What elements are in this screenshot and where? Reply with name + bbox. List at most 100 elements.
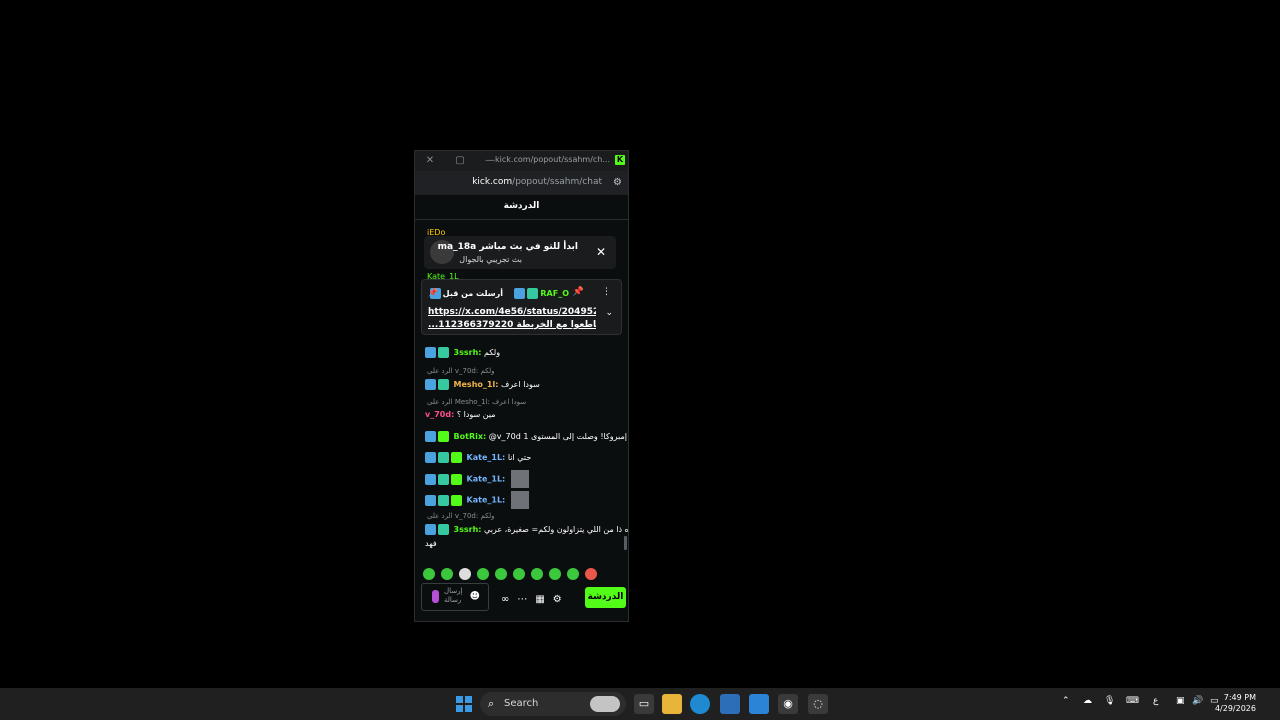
- chevron-down-icon[interactable]: ⌄: [605, 308, 613, 318]
- reply-context: الرد على v_70d: ولكم: [427, 512, 495, 520]
- badge-icon: [438, 494, 449, 506]
- title-url: kick.com/popout/ssahm/ch...: [495, 155, 610, 164]
- chrome-icon[interactable]: ◉: [778, 694, 798, 714]
- badge-icon: [451, 494, 462, 506]
- keyboard-icon[interactable]: ⌨: [1126, 696, 1139, 706]
- store-icon[interactable]: [720, 694, 740, 714]
- search-label: Search: [504, 698, 539, 709]
- search-highlight-image: [590, 696, 620, 712]
- chat-message[interactable]: Kate_1L:: [425, 491, 529, 509]
- address-bar[interactable]: kick.com/popout/ssahm/chat ⚙: [415, 171, 628, 195]
- taskbar-search[interactable]: ⌕ Search: [480, 692, 626, 716]
- pinned-header-prefix: أرسلت من قبل: [429, 288, 503, 299]
- message-username[interactable]: Kate_1L:: [467, 453, 506, 462]
- chat-popout-window: ✕ ▢ — kick.com/popout/ssahm/ch... K kick…: [414, 150, 629, 622]
- emote-icon[interactable]: [513, 567, 525, 580]
- emote-icon[interactable]: [459, 567, 471, 580]
- emote-icon[interactable]: [531, 567, 543, 580]
- close-window-button[interactable]: ✕: [421, 153, 439, 169]
- message-username[interactable]: v_70d:: [425, 410, 454, 419]
- badge-icon: [425, 452, 436, 463]
- chat-message[interactable]: Kate_1L: حتي انا: [425, 452, 531, 463]
- pinned-link[interactable]: https://x.com/4e56/status/2049525 ...قاط…: [428, 306, 596, 332]
- clock-time: 7:49 PM: [1223, 693, 1256, 702]
- message-username[interactable]: Kate_1L:: [467, 475, 506, 484]
- badge-icon: [425, 524, 436, 535]
- gear-icon[interactable]: ⚙: [553, 594, 562, 605]
- task-view-icon[interactable]: ▭: [634, 694, 654, 714]
- badge-icon: [514, 288, 526, 299]
- infinity-icon[interactable]: ∞: [501, 594, 509, 605]
- onedrive-icon[interactable]: ☁: [1083, 696, 1092, 706]
- pin-icon[interactable]: 📌: [573, 287, 584, 297]
- badge-icon: [451, 452, 462, 463]
- chat-toolbar: ∞ ⋯ ▦ ⚙: [501, 589, 581, 605]
- message-text: @v_70d إمبروكا! وصلت إلى المستوى 1: [488, 432, 627, 441]
- clock-date: 4/29/2026: [1214, 704, 1256, 713]
- pinned-message[interactable]: ⋮ 📌 RAF_O أرسلت من قبل 📌 https://x.com/4…: [421, 279, 622, 335]
- badge-icon: [425, 379, 436, 390]
- mail-icon[interactable]: [749, 694, 769, 714]
- chat-message[interactable]: v_70d: مين سودا ؟: [425, 410, 496, 419]
- chevron-up-icon[interactable]: ⌃: [1062, 696, 1070, 706]
- chat-message[interactable]: 3ssrh: ولكم: [425, 347, 500, 358]
- message-username[interactable]: Mesho_1l:: [454, 380, 499, 389]
- message-text: سودا اعرف: [500, 380, 540, 389]
- app-icon[interactable]: ◌: [808, 694, 828, 714]
- microphone-icon[interactable]: [432, 590, 439, 603]
- language-indicator[interactable]: ع: [1153, 696, 1158, 706]
- send-button[interactable]: الدردشة: [585, 587, 626, 608]
- emote-bar: [423, 563, 623, 580]
- badge-icon: [425, 473, 436, 485]
- live-notification-banner[interactable]: ma_18a ابدأ للتو في بث مباشر بث تجريبي ب…: [424, 236, 616, 269]
- title-bar: ✕ ▢ — kick.com/popout/ssahm/ch... K: [415, 151, 628, 171]
- pinned-header: RAF_O: [514, 288, 569, 299]
- message-username[interactable]: 3ssrh:: [454, 348, 482, 357]
- message-placeholder: إرسال رسالة: [444, 587, 463, 604]
- store-icon[interactable]: ▦: [535, 594, 544, 605]
- address-url: kick.com/popout/ssahm/chat: [472, 177, 602, 187]
- emote-icon[interactable]: [567, 567, 579, 580]
- message-username[interactable]: 3ssrh:: [454, 525, 482, 534]
- scrollbar[interactable]: [624, 536, 627, 550]
- message-username[interactable]: BotRix:: [454, 432, 487, 441]
- microphone-icon[interactable]: 🎙: [1104, 696, 1115, 706]
- emote-icon[interactable]: [495, 567, 507, 580]
- more-options-icon[interactable]: ⋮: [602, 287, 611, 297]
- badge-icon: [451, 473, 462, 485]
- emote-icon[interactable]: [477, 567, 489, 580]
- image-thumbnail[interactable]: [510, 491, 529, 509]
- reply-context: الرد على Mesho_1l: سودا اعرف: [427, 398, 527, 406]
- pushpin-icon: 📌: [428, 288, 438, 297]
- emote-icon[interactable]: [423, 567, 435, 580]
- close-icon[interactable]: ✕: [596, 245, 606, 259]
- reply-context: الرد على v_70d: ولكم: [427, 367, 495, 375]
- site-settings-icon[interactable]: ⚙: [613, 177, 622, 188]
- chat-message[interactable]: Mesho_1l: سودا اعرف: [425, 379, 540, 390]
- badge-icon: [425, 494, 436, 506]
- image-thumbnail[interactable]: [510, 470, 529, 488]
- volume-icon[interactable]: 🔊: [1192, 696, 1203, 706]
- emoji-picker-icon[interactable]: ☻: [470, 591, 480, 602]
- maximize-window-button[interactable]: ▢: [451, 153, 469, 169]
- chat-message[interactable]: BotRix: @v_70d إمبروكا! وصلت إلى المستوى…: [425, 431, 627, 442]
- chat-message[interactable]: 3ssrh: اوه ذا من اللي يتزاولون ولكم= صغي…: [425, 524, 629, 535]
- message-text: اوه ذا من اللي يتزاولون ولكم= صغيرة، عرب…: [484, 525, 629, 534]
- badge-icon: [527, 288, 539, 299]
- emote-icon[interactable]: [441, 567, 453, 580]
- file-explorer-icon[interactable]: [662, 694, 682, 714]
- network-icon[interactable]: ▣: [1176, 696, 1185, 706]
- share-icon[interactable]: ⋯: [517, 594, 527, 605]
- message-text: مين سودا ؟: [456, 410, 496, 419]
- message-input[interactable]: إرسال رسالة ☻: [421, 583, 489, 611]
- emote-icon[interactable]: [549, 567, 561, 580]
- windows-start-icon[interactable]: [456, 696, 472, 712]
- message-username[interactable]: Kate_1L:: [467, 496, 506, 505]
- badge-icon: [425, 431, 436, 442]
- badge-icon: [438, 379, 449, 390]
- chat-message[interactable]: Kate_1L:: [425, 470, 529, 488]
- edge-icon[interactable]: [690, 694, 710, 714]
- taskbar: ⌕ Search ▭ ◉ ◌ ⌃ ☁ 🎙 ⌨ ع ▣ 🔊 ▭ 7:49 PM 4…: [0, 688, 1280, 720]
- emote-icon[interactable]: [585, 567, 597, 580]
- clock[interactable]: 7:49 PM 4/29/2026: [1215, 692, 1256, 714]
